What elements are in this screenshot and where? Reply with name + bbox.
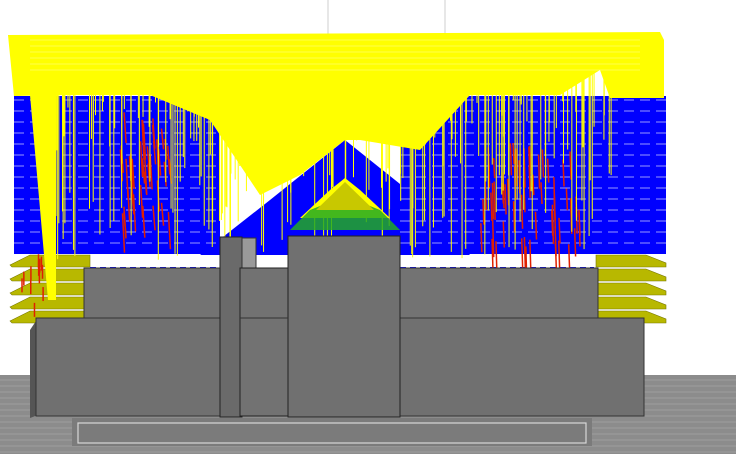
support-stroke-right <box>532 174 535 196</box>
model-tower-center <box>287 235 401 418</box>
support-stroke-right <box>490 192 493 221</box>
support-stroke-right <box>558 217 561 244</box>
support-stroke-right <box>573 228 577 257</box>
support-stroke-right <box>506 178 510 206</box>
support-stroke-right <box>482 199 485 225</box>
support-stroke-right <box>578 212 581 236</box>
support-stroke-right <box>540 182 543 205</box>
shelf-right <box>595 282 667 296</box>
build-plate-shadow <box>72 418 592 446</box>
support-stroke-right <box>512 201 516 233</box>
gcode-preview-scene[interactable] <box>0 0 736 454</box>
shelf-right <box>595 254 667 268</box>
support-stroke-right <box>551 204 555 245</box>
support-stroke-right <box>523 237 527 272</box>
shelf-right <box>595 296 667 310</box>
support-stroke-right <box>546 158 550 183</box>
support-stroke-right <box>502 221 506 248</box>
model-right-step <box>397 267 599 319</box>
support-stroke-right <box>520 238 524 270</box>
support-stroke-right <box>493 181 496 221</box>
model-left-step <box>83 267 225 319</box>
model-tower-light <box>241 237 257 269</box>
support-stroke-right <box>528 165 531 198</box>
support-stroke-right <box>534 211 538 240</box>
support-stroke-right <box>492 158 496 179</box>
support-stroke-right <box>554 241 558 271</box>
support-stroke-right <box>520 194 524 229</box>
support-stroke-right <box>557 240 561 272</box>
support-stroke-right <box>541 149 545 178</box>
model-tower-mid <box>239 267 289 417</box>
support-stroke-right <box>537 154 541 189</box>
model-tower-left <box>219 236 243 418</box>
3d-viewport[interactable] <box>0 0 736 454</box>
support-stroke-right <box>509 143 513 176</box>
shelf-right <box>595 268 667 282</box>
support-stroke-right <box>553 197 557 229</box>
support-stroke-right <box>565 188 569 211</box>
support-stroke-right <box>491 220 495 258</box>
model-body[interactable] <box>30 235 645 418</box>
support-stroke-right <box>562 159 565 187</box>
support-stroke-right <box>480 223 483 253</box>
support-stroke-right <box>569 151 572 180</box>
support-stroke-right <box>504 184 507 215</box>
support-stroke-right <box>491 182 495 220</box>
support-stroke-right <box>512 142 515 165</box>
